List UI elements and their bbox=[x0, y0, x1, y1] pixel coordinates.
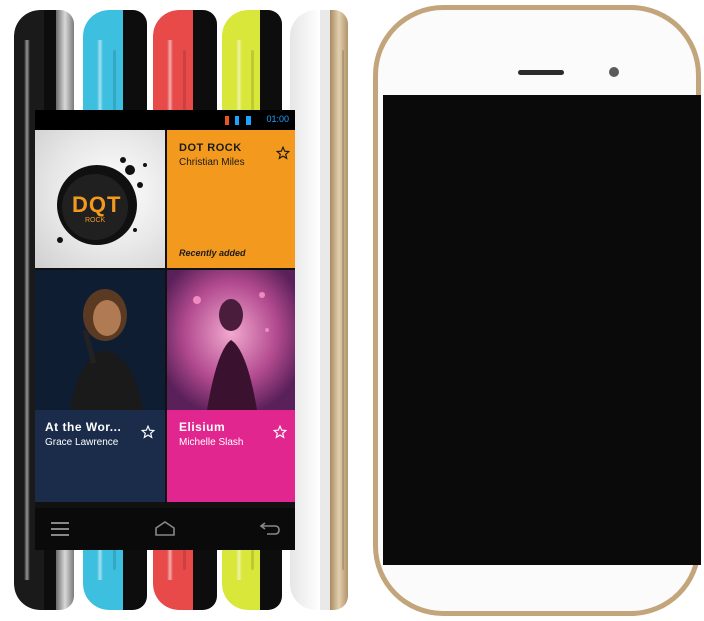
navigation-bar bbox=[35, 508, 295, 550]
track-tile-grace-lawrence[interactable]: At the Wor... Grace Lawrence bbox=[35, 270, 165, 502]
earpiece bbox=[518, 70, 564, 75]
star-icon[interactable] bbox=[273, 425, 287, 439]
home-icon[interactable] bbox=[154, 520, 176, 536]
front-camera bbox=[609, 67, 619, 77]
status-bar: 01:00 bbox=[35, 110, 295, 130]
menu-icon[interactable] bbox=[51, 522, 71, 536]
track-tile-michelle-slash[interactable]: Elisium Michelle Slash bbox=[167, 270, 295, 502]
dancer-photo bbox=[167, 270, 295, 410]
back-icon[interactable] bbox=[259, 520, 281, 536]
track-tile-dot-rock[interactable]: DOT ROCK Christian Miles Recently added bbox=[167, 130, 295, 268]
track-title: Elisium bbox=[179, 420, 226, 434]
screen-frame bbox=[383, 95, 701, 565]
star-icon[interactable] bbox=[276, 146, 290, 160]
star-icon[interactable] bbox=[141, 425, 155, 439]
phone-front bbox=[373, 5, 701, 616]
album-art-text: DQT bbox=[72, 192, 122, 217]
track-title: DOT ROCK bbox=[179, 142, 242, 154]
battery-icon bbox=[246, 116, 251, 125]
track-artist: Michelle Slash bbox=[179, 437, 244, 448]
signal-icon-2 bbox=[235, 116, 239, 125]
recently-added-label: Recently added bbox=[179, 248, 246, 258]
track-artist: Christian Miles bbox=[179, 157, 245, 168]
phone-screen: 01:00 DQT ROCK DOT ROCK Christian Miles … bbox=[35, 110, 295, 550]
status-time: 01:00 bbox=[266, 114, 289, 124]
album-art-subtext: ROCK bbox=[85, 217, 106, 224]
track-title: At the Wor... bbox=[45, 420, 122, 434]
album-art-dot-rock[interactable]: DQT ROCK bbox=[35, 130, 165, 268]
singer-photo bbox=[35, 270, 165, 410]
phone-side-white bbox=[290, 10, 348, 610]
signal-icon-1 bbox=[225, 116, 229, 125]
track-artist: Grace Lawrence bbox=[45, 437, 119, 448]
